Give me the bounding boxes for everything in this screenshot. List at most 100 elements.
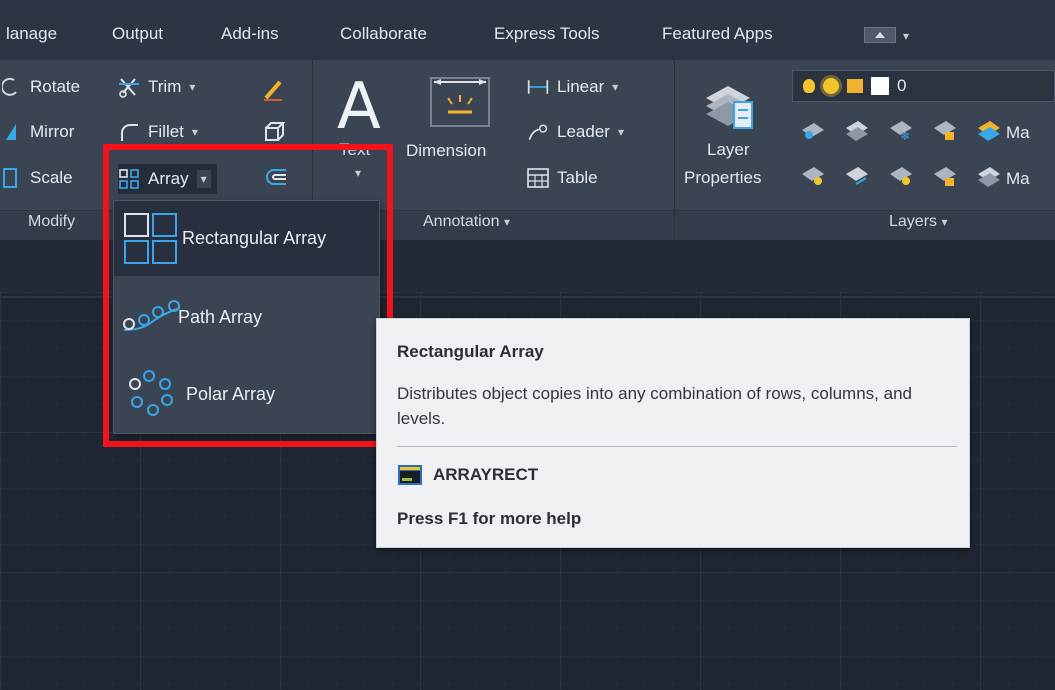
polar-array-icon [122, 363, 184, 425]
layer-previous-icon[interactable] [844, 118, 870, 147]
color-swatch [871, 77, 889, 95]
annotation-panel-title[interactable]: Annotation ▾ [423, 213, 510, 231]
dimension-label: Dimension [406, 141, 487, 160]
layer-unlock-icon[interactable] [932, 164, 958, 193]
leader-icon [527, 121, 549, 143]
fillet-icon [118, 121, 140, 143]
text-button[interactable]: A Text ▾ [333, 70, 393, 190]
erase-icon[interactable] [262, 78, 284, 107]
fillet-label: Fillet [148, 122, 184, 141]
layer-tools-row-2: Ma [800, 164, 1030, 193]
layers-panel-title[interactable]: Layers ▾ [889, 213, 948, 231]
mirror-icon [0, 121, 22, 143]
chevron-down-icon[interactable]: ▾ [903, 29, 909, 43]
sun-icon [823, 78, 839, 94]
modify-panel-title[interactable]: Modify [28, 213, 75, 231]
triangle-up-icon [875, 32, 885, 38]
trim-label: Trim [148, 77, 182, 96]
linear-label: Linear [557, 77, 605, 96]
tooltip-description: Distributes object copies into any combi… [397, 384, 912, 428]
ribbon-tab-bar: lanage Output Add-ins Collaborate Expres… [0, 0, 1055, 66]
annotation-title-text: Annotation [423, 213, 500, 230]
tooltip-command-name: ARRAYRECT [433, 465, 539, 484]
command-tooltip: Rectangular Array Distributes object cop… [376, 318, 970, 548]
tooltip-help: Press F1 for more help [397, 509, 582, 528]
match-layer-label-2[interactable]: Ma [1006, 169, 1030, 189]
tab-add-ins[interactable]: Add-ins [221, 24, 279, 44]
dimension-icon [430, 77, 490, 127]
layer-on-icon[interactable] [800, 164, 826, 193]
unlock-icon [847, 79, 863, 93]
layer-thaw-icon[interactable] [888, 164, 914, 193]
scissors-icon [118, 76, 140, 98]
match-layer-label[interactable]: Ma [1006, 123, 1030, 143]
command-window-icon [397, 464, 423, 486]
path-array-label: Path Array [178, 307, 263, 327]
layer-properties-label-2: Properties [684, 168, 762, 187]
polar-array-item[interactable]: Polar Array [114, 355, 379, 433]
chevron-down-icon[interactable]: ▾ [618, 125, 624, 139]
linear-button[interactable]: Linear ▾ [527, 73, 618, 101]
tab-featured-apps[interactable]: Featured Apps [662, 24, 773, 44]
rotate-icon [0, 76, 22, 98]
layer-dropdown[interactable]: 0 [792, 70, 1055, 102]
chevron-down-icon: ▾ [941, 215, 948, 229]
layer-walk-icon[interactable] [844, 164, 870, 193]
current-layer-name: 0 [897, 76, 907, 95]
table-icon [527, 167, 549, 189]
text-a-icon: A [337, 70, 381, 144]
rectangular-array-icon [122, 211, 180, 267]
tab-collaborate[interactable]: Collaborate [340, 24, 427, 44]
layer-properties-icon [706, 86, 753, 129]
lightbulb-icon [803, 79, 815, 93]
layer-freeze-icon[interactable]: ❄ [888, 118, 914, 147]
rectangular-array-item[interactable]: Rectangular Array [114, 201, 379, 276]
layer-properties-button[interactable]: Layer Properties [682, 70, 790, 195]
tab-manage[interactable]: lanage [6, 24, 57, 44]
table-button[interactable]: Table [527, 164, 598, 192]
scale-button[interactable]: Scale [0, 164, 73, 192]
layer-tools-row-1: ❄ Ma [800, 118, 1030, 147]
array-label: Array [148, 169, 189, 188]
rotate-label: Rotate [30, 77, 81, 96]
fillet-button[interactable]: Fillet ▾ [118, 118, 198, 146]
path-array-icon [122, 298, 184, 338]
tooltip-command: ARRAYRECT [397, 464, 538, 486]
dimension-button[interactable]: Dimension [404, 70, 519, 170]
scale-icon [0, 167, 22, 189]
layer-make-current-icon[interactable] [976, 118, 1002, 147]
chevron-down-icon[interactable]: ▾ [612, 80, 618, 94]
chevron-down-icon: ▾ [503, 215, 510, 229]
layer-merge-icon[interactable] [976, 164, 1002, 193]
chevron-down-icon[interactable]: ▾ [196, 170, 211, 188]
array-dropdown-menu: Rectangular Array Path Array Polar Array [113, 200, 380, 434]
polar-array-label: Polar Array [186, 383, 276, 404]
leader-button[interactable]: Leader ▾ [527, 118, 624, 146]
tab-express-tools[interactable]: Express Tools [494, 24, 600, 44]
layers-panel-footer[interactable] [675, 210, 1055, 240]
text-label: Text [339, 140, 371, 159]
layer-match-icon[interactable] [800, 118, 826, 147]
mirror-label: Mirror [30, 122, 75, 141]
array-button[interactable]: Array ▾ [118, 164, 217, 194]
chevron-down-icon[interactable]: ▾ [189, 80, 195, 94]
chevron-down-icon[interactable]: ▾ [192, 125, 198, 139]
mirror-button[interactable]: Mirror [0, 118, 74, 146]
scale-label: Scale [30, 168, 73, 187]
rectangular-array-label: Rectangular Array [182, 228, 327, 248]
ribbon-options-button[interactable] [864, 27, 896, 43]
svg-text:❄: ❄ [900, 129, 910, 142]
layers-title-text: Layers [889, 213, 938, 230]
layer-lock-icon[interactable] [932, 118, 958, 147]
chevron-down-icon[interactable]: ▾ [355, 166, 361, 180]
offset-icon[interactable] [262, 166, 288, 193]
tab-output[interactable]: Output [112, 24, 163, 44]
path-array-item[interactable]: Path Array [114, 280, 379, 355]
rotate-button[interactable]: Rotate [0, 73, 80, 101]
tooltip-title: Rectangular Array [397, 342, 544, 361]
leader-label: Leader [557, 122, 610, 141]
explode-icon[interactable] [262, 120, 286, 149]
trim-button[interactable]: Trim ▾ [118, 73, 195, 101]
tooltip-divider [397, 446, 957, 447]
layer-properties-label-1: Layer [707, 140, 750, 159]
